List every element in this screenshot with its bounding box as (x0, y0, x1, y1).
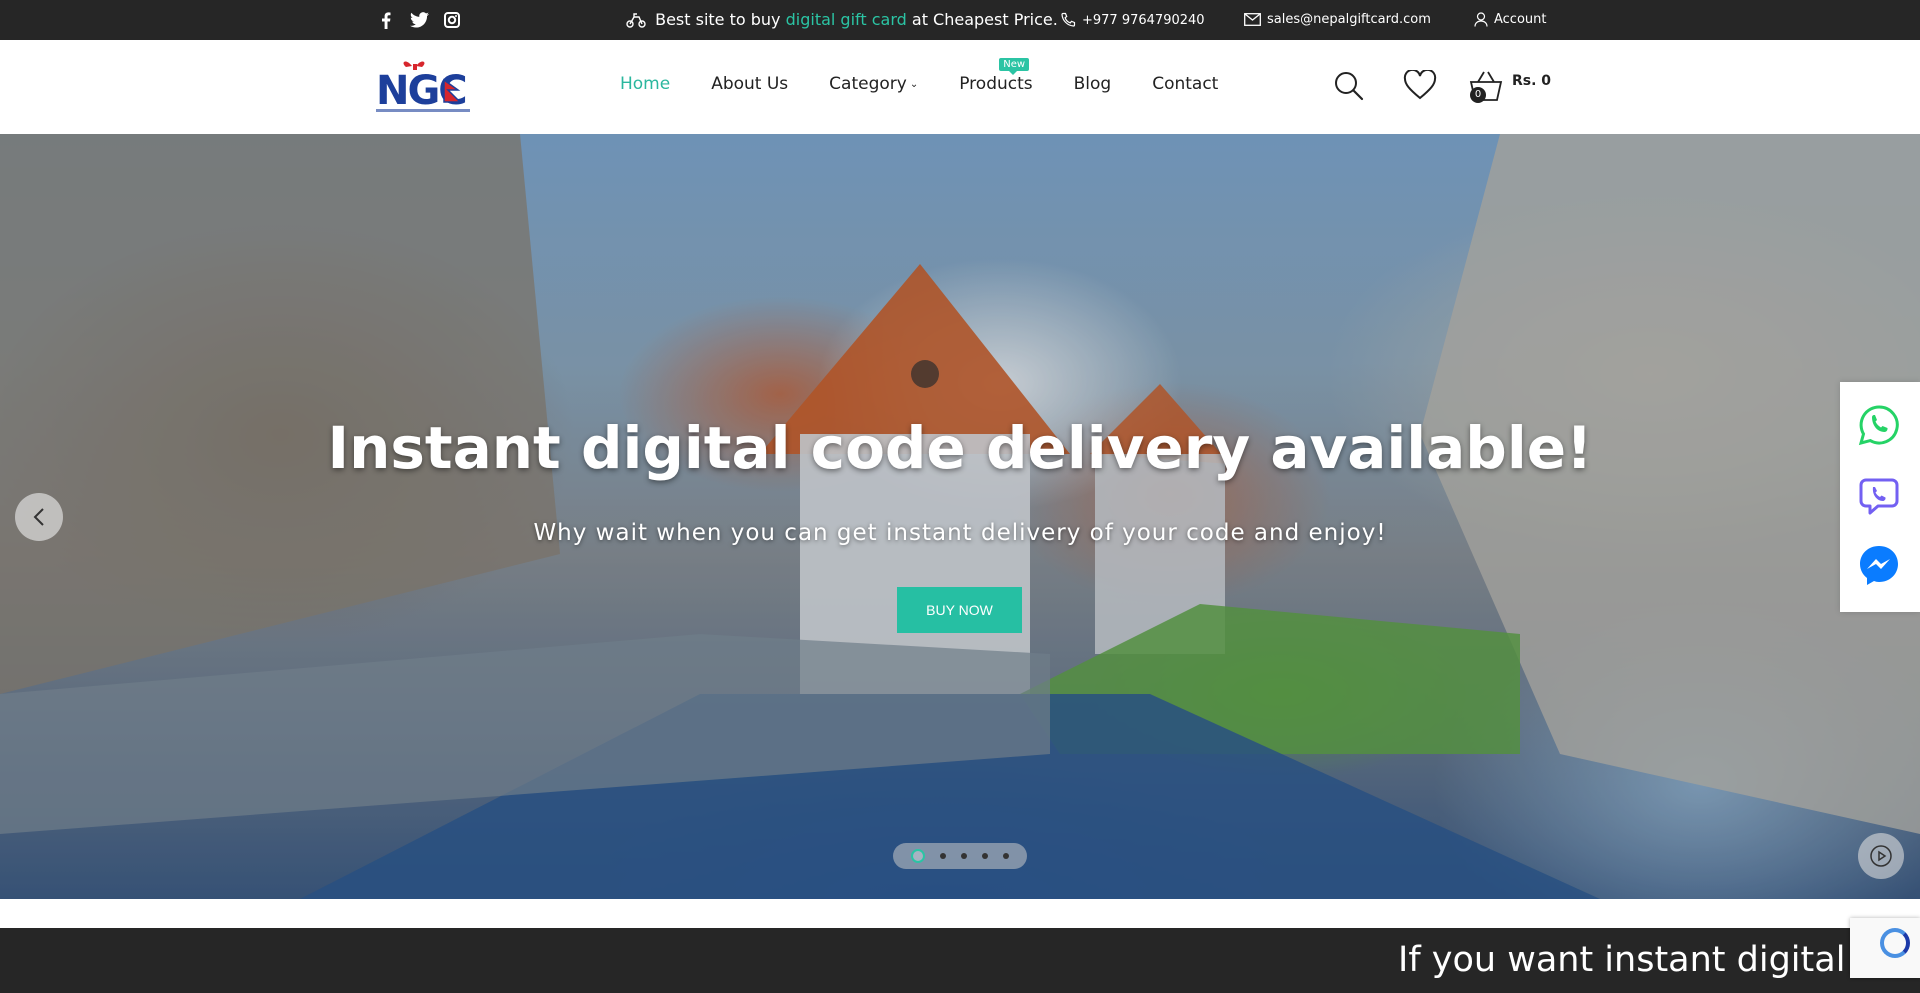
slide-dot-5[interactable] (1003, 853, 1010, 859)
delivery-bike-icon (626, 13, 646, 28)
email-contact[interactable]: sales@nepalgiftcard.com (1244, 12, 1431, 27)
account-label: Account (1494, 12, 1547, 27)
promo-suffix: at Cheapest Price. (911, 10, 1058, 29)
slider-prev-button[interactable] (15, 493, 63, 541)
messenger-icon[interactable] (1858, 544, 1900, 586)
hero-overlay (0, 134, 1920, 899)
recaptcha-badge[interactable] (1850, 918, 1920, 978)
nav-home[interactable]: Home (620, 74, 670, 94)
floating-chat-panel (1840, 382, 1920, 612)
buy-now-button[interactable]: BUY NOW (897, 587, 1022, 633)
new-badge: New (999, 58, 1030, 75)
nav-contact[interactable]: Contact (1152, 74, 1218, 94)
chevron-down-icon: ⌄ (909, 79, 919, 90)
ticker-text: If you want instant digital code, plea (1398, 940, 1920, 980)
email-address: sales@nepalgiftcard.com (1267, 12, 1431, 27)
slider-autoplay-button[interactable] (1858, 833, 1904, 879)
viber-icon[interactable] (1858, 474, 1900, 516)
user-icon (1474, 12, 1488, 27)
slide-dot-1[interactable] (910, 849, 925, 863)
announcement-ticker: If you want instant digital code, plea (0, 928, 1920, 993)
site-logo[interactable]: NGC (376, 58, 470, 116)
social-links (376, 10, 462, 30)
play-icon (1870, 845, 1892, 867)
nav-products[interactable]: New Products (959, 58, 1033, 94)
phone-contact[interactable]: +977 9764790240 (1060, 12, 1205, 28)
hero-subtitle: Why wait when you can get instant delive… (533, 520, 1387, 546)
promo-accent-link[interactable]: digital gift card (786, 10, 907, 29)
recaptcha-icon (1880, 928, 1910, 958)
nav-about-us[interactable]: About Us (711, 74, 788, 94)
top-bar: Best site to buy digital gift card at Ch… (0, 0, 1920, 40)
account-link[interactable]: Account (1474, 12, 1547, 27)
slide-dot-4[interactable] (982, 853, 989, 859)
hero-title: Instant digital code delivery available! (327, 414, 1593, 482)
slide-dot-2[interactable] (939, 853, 946, 859)
main-nav: Home About Us Category ⌄ New Products Blog… (620, 58, 1259, 94)
phone-icon (1061, 12, 1076, 27)
nav-category-label: Category (829, 74, 907, 94)
search-icon[interactable] (1333, 70, 1365, 102)
mail-icon (1244, 13, 1261, 26)
promo-prefix: Best site to buy (655, 10, 781, 29)
twitter-icon[interactable] (409, 10, 429, 30)
slider-pagination (893, 843, 1027, 869)
whatsapp-icon[interactable] (1858, 404, 1900, 446)
promo-message: Best site to buy digital gift card at Ch… (626, 10, 1058, 29)
instagram-icon[interactable] (442, 10, 462, 30)
cart-total[interactable]: Rs. 0 (1512, 73, 1551, 89)
chevron-left-icon (33, 508, 44, 526)
nav-products-label: Products (959, 74, 1033, 94)
wishlist-heart-icon[interactable] (1403, 70, 1437, 100)
slide-dot-3[interactable] (960, 853, 967, 859)
cart-count-badge: 0 (1470, 87, 1486, 103)
phone-number: +977 9764790240 (1082, 12, 1205, 28)
facebook-icon[interactable] (376, 10, 396, 30)
hero-slider: Instant digital code delivery available!… (0, 134, 1920, 899)
svg-text:NGC: NGC (376, 68, 466, 114)
main-header: NGC Home About Us Category ⌄ New Products … (0, 40, 1920, 134)
nav-blog[interactable]: Blog (1074, 74, 1112, 94)
nav-category[interactable]: Category ⌄ (829, 74, 918, 94)
